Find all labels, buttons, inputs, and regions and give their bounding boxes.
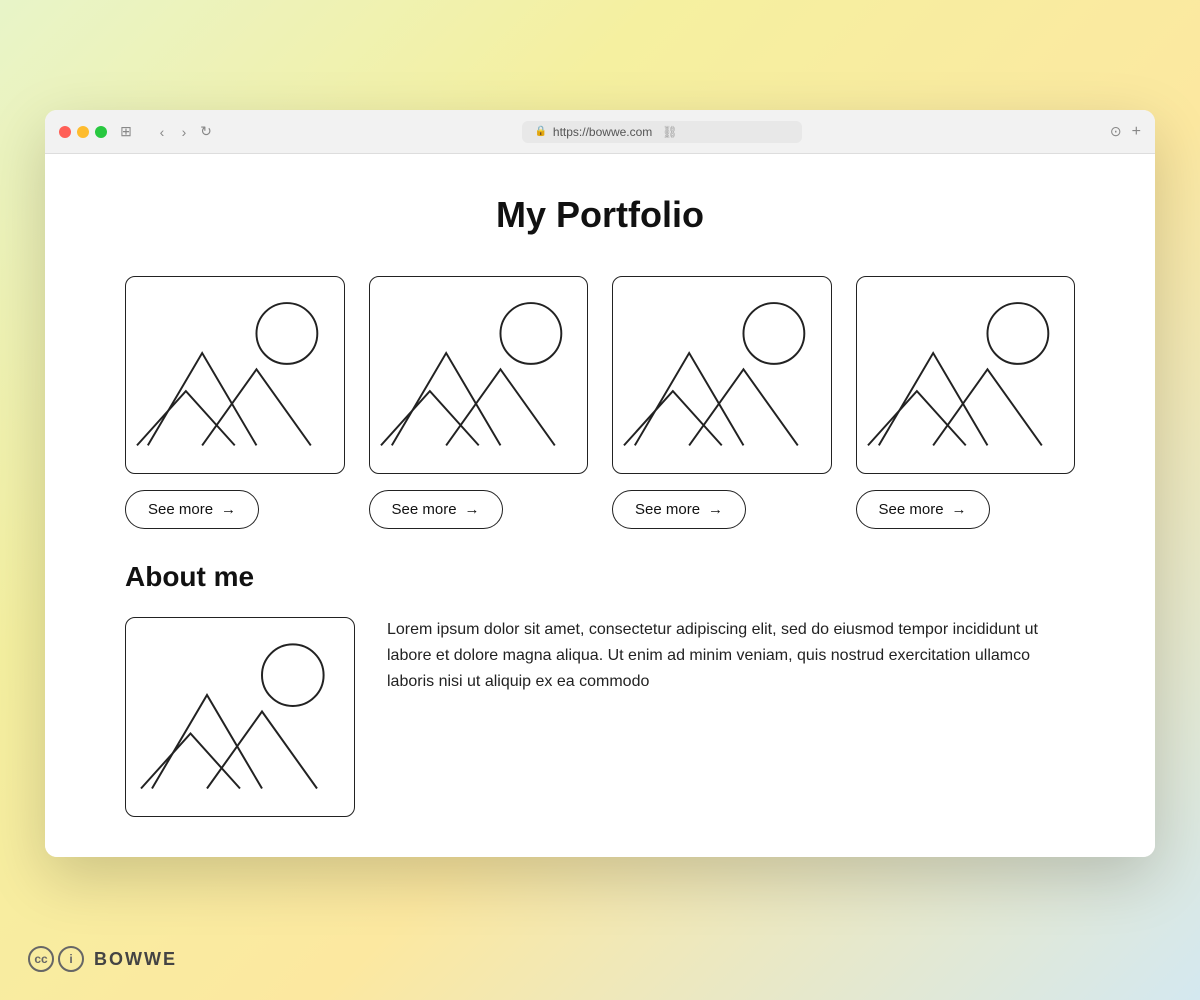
cc-icon: cc [28,946,54,972]
url-bar[interactable]: 🔒 https://bowwe.com ⛓ [522,121,802,143]
forward-icon[interactable]: › [175,123,193,141]
about-content: Lorem ipsum dolor sit amet, consectetur … [125,617,1075,817]
back-icon[interactable]: ‹ [153,123,171,141]
sidebar-toggle-icon[interactable]: ⊞ [117,123,135,141]
about-text: Lorem ipsum dolor sit amet, consectetur … [387,617,1075,696]
cc-badge: cc i [28,946,84,972]
portfolio-image-1 [125,276,345,474]
url-text: https://bowwe.com [553,125,652,139]
about-section: About me Lorem ipsum dolor sit amet, con… [125,561,1075,817]
nav-arrows: ‹ › ↻ [153,123,215,141]
footer-watermark: cc i BOWWE [28,946,177,972]
traffic-lights [59,126,107,138]
page-title: My Portfolio [125,194,1075,236]
see-more-label-2: See more [392,501,457,518]
about-title: About me [125,561,1075,593]
refresh-icon[interactable]: ↻ [197,123,215,141]
browser-titlebar: ⊞ ‹ › ↻ 🔒 https://bowwe.com ⛓ ⊙ + [45,110,1155,154]
see-more-button-4[interactable]: See more → [856,490,990,529]
arrow-icon-1: → [221,501,236,518]
see-more-button-3[interactable]: See more → [612,490,746,529]
portfolio-item-1: See more → [125,276,345,529]
portfolio-item-4: See more → [856,276,1076,529]
see-more-label-3: See more [635,501,700,518]
portfolio-grid: See more → See more → [125,276,1075,529]
arrow-icon-2: → [465,501,480,518]
browser-window: ⊞ ‹ › ↻ 🔒 https://bowwe.com ⛓ ⊙ + My Por… [45,110,1155,857]
see-more-label-1: See more [148,501,213,518]
about-image [125,617,355,817]
see-more-button-1[interactable]: See more → [125,490,259,529]
bowwe-brand: BOWWE [94,949,177,970]
arrow-icon-3: → [708,501,723,518]
close-button[interactable] [59,126,71,138]
titlebar-right-controls: ⊙ + [1110,123,1141,141]
minimize-button[interactable] [77,126,89,138]
new-tab-icon[interactable]: + [1132,123,1141,141]
share-icon: ⛓ [662,125,677,139]
page-content: My Portfolio See more → [45,154,1155,857]
maximize-button[interactable] [95,126,107,138]
see-more-button-2[interactable]: See more → [369,490,503,529]
address-bar: 🔒 https://bowwe.com ⛓ [225,121,1100,143]
lock-icon: 🔒 [534,126,546,137]
portfolio-image-4 [856,276,1076,474]
portfolio-item-3: See more → [612,276,832,529]
person-badge-icon: i [58,946,84,972]
portfolio-item-2: See more → [369,276,589,529]
see-more-label-4: See more [879,501,944,518]
portfolio-image-2 [369,276,589,474]
person-icon[interactable]: ⊙ [1110,123,1122,140]
arrow-icon-4: → [952,501,967,518]
portfolio-image-3 [612,276,832,474]
